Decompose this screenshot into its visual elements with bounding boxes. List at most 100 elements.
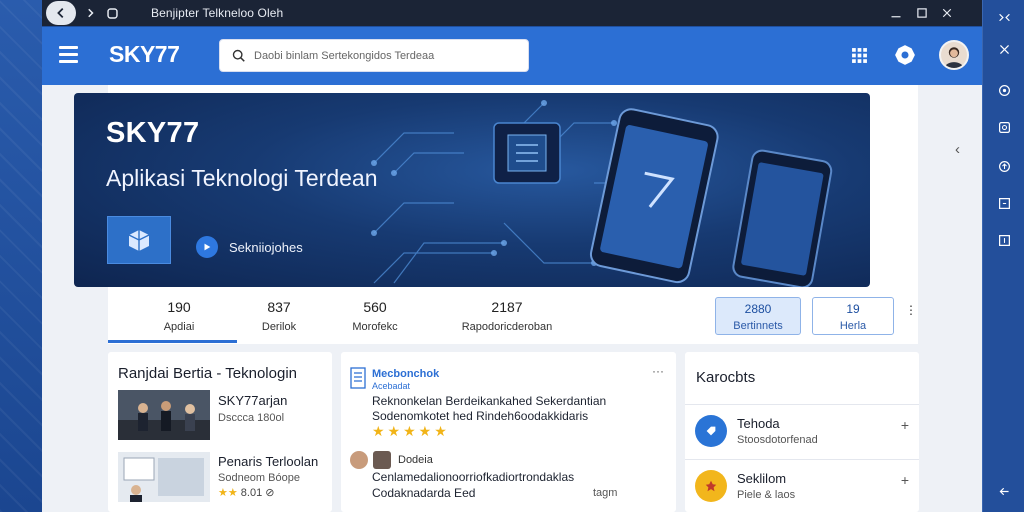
carousel-prev-icon[interactable]: ‹: [955, 141, 960, 158]
menu-icon-bar: [59, 60, 78, 63]
category-item[interactable]: Seklilom Piele & laos +: [685, 459, 919, 512]
share-button[interactable]: [995, 194, 1013, 212]
info-icon: ⊘: [265, 487, 275, 499]
menu-button[interactable]: [59, 46, 78, 63]
app-logo[interactable]: SKY77: [109, 41, 180, 68]
settings-button[interactable]: [894, 44, 916, 66]
stat-item[interactable]: 560 Morofekc: [344, 299, 406, 333]
news-thumbnail[interactable]: [118, 452, 210, 502]
category-sub: Stoosdotorfenad: [737, 434, 818, 446]
download-button[interactable]: [995, 231, 1013, 249]
reviews-header-title: Mecbonchok: [372, 368, 440, 380]
hero-title: SKY77: [106, 117, 200, 149]
cross-arrows-icon: [999, 44, 1009, 54]
star-rating: ★★★★★: [372, 423, 450, 439]
reviews-menu-button[interactable]: ···: [652, 364, 664, 378]
news-card: Ranjdai Bertia - Teknologin SKY77arjan D…: [108, 352, 332, 512]
news-rating: ★★ 8.01 ⊘: [218, 486, 275, 499]
user-avatar[interactable]: [939, 40, 969, 70]
category-icon: [695, 415, 727, 447]
stat-label: Derilok: [261, 321, 297, 333]
category-name: Seklilom: [737, 471, 787, 486]
stat-box[interactable]: 2880 Bertinnets: [715, 297, 801, 335]
collapse-button[interactable]: [995, 482, 1013, 500]
review-line: Sodenomkotet hed Rindeh6oodakkidaris: [372, 409, 589, 423]
maximize-button[interactable]: [913, 4, 931, 22]
news-meta: Sodneom Bóope: [218, 472, 300, 484]
close-icon: [942, 8, 952, 18]
hero-banner: SKY77 Aplikasi Teknologi Terdean Sekniio…: [74, 93, 870, 287]
add-icon[interactable]: +: [901, 472, 909, 488]
category-sub: Piele & laos: [737, 489, 796, 501]
app-header: SKY77: [42, 27, 982, 85]
arrow-left-icon: [57, 8, 64, 18]
app-tile[interactable]: [107, 216, 171, 264]
upload-box-icon: [998, 121, 1010, 133]
upload-button[interactable]: [995, 118, 1013, 136]
reviewer-name[interactable]: Dodeia: [398, 454, 433, 466]
category-icon: [695, 470, 727, 502]
review-time: tagm: [593, 487, 618, 499]
stat-value: 560: [363, 299, 387, 315]
back-button[interactable]: [46, 1, 76, 25]
up-button[interactable]: [995, 157, 1013, 175]
apps-button[interactable]: [848, 44, 870, 66]
record-button[interactable]: [995, 81, 1013, 99]
stat-item[interactable]: 190 Apdiai: [150, 299, 208, 333]
news-headline[interactable]: SKY77arjan: [218, 393, 287, 408]
chevron-right-icon: [88, 8, 94, 18]
news-card-title: Ranjdai Bertia - Teknologin: [118, 365, 297, 382]
stats-more-icon[interactable]: ⋮: [905, 303, 917, 317]
stat-box-value: 19: [846, 302, 860, 316]
reviewer-avatar[interactable]: [373, 451, 391, 469]
stat-value: 837: [267, 299, 291, 315]
reviewer-avatar[interactable]: [350, 451, 368, 469]
active-tab-indicator: [108, 340, 237, 343]
search-input[interactable]: [254, 49, 514, 62]
review-line: Codaknadarda Eed: [372, 486, 476, 500]
stat-label: Rapodoricderoban: [461, 321, 553, 333]
avatar-icon: [944, 47, 964, 68]
reload-button[interactable]: [104, 5, 120, 21]
play-button[interactable]: [196, 236, 218, 258]
reviews-header-sub: Acebadat: [372, 381, 411, 391]
news-thumbnail[interactable]: [118, 390, 210, 440]
stat-box-label: Bertinnets: [733, 320, 783, 332]
shuffle-button[interactable]: [995, 8, 1013, 26]
categories-title: Karocbts: [696, 369, 756, 386]
arrow-up-circle-icon: [998, 160, 1010, 172]
hero-badge[interactable]: Sekniiojohes: [196, 236, 303, 258]
minimize-button[interactable]: [887, 4, 905, 22]
reviews-card: Mecbonchok Acebadat ··· Reknonkelan Berd…: [341, 352, 676, 512]
window-title: Benjipter Telkneloo Oleh: [151, 6, 284, 20]
news-headline[interactable]: Penaris Terloolan: [218, 454, 318, 469]
news-rating-value: 8.01: [240, 487, 263, 499]
star-icon: ★★: [218, 487, 238, 499]
search-icon: [232, 49, 245, 62]
add-icon[interactable]: +: [901, 417, 909, 433]
close-button[interactable]: [938, 4, 956, 22]
gear-icon: [895, 45, 915, 65]
stat-item[interactable]: 837 Derilok: [247, 299, 311, 333]
hero-subtitle: Aplikasi Teknologi Terdean: [106, 165, 378, 191]
stat-label: Apdiai: [163, 321, 195, 333]
review-line: Reknonkelan Berdeikankahed Sekerdantian: [372, 394, 607, 408]
stat-box-label: Herla: [839, 320, 867, 332]
search-bar[interactable]: [219, 39, 529, 72]
menu-icon-bar: [59, 46, 78, 49]
download-box-icon: [998, 234, 1010, 246]
categories-card: Karocbts Tehoda Stoosdotorfenad + Seklil…: [685, 352, 919, 512]
stat-value: 190: [167, 299, 191, 315]
stat-box[interactable]: 19 Herla: [812, 297, 894, 335]
forward-button[interactable]: [83, 5, 99, 21]
category-item[interactable]: Tehoda Stoosdotorfenad +: [685, 404, 919, 459]
play-icon: [204, 243, 211, 251]
stat-item[interactable]: 2187 Rapodoricderoban: [446, 299, 568, 333]
review-line: Cenlamedaliono­orriofkadiortrondaklas: [372, 470, 575, 484]
expand-button[interactable]: [995, 40, 1013, 58]
minimize-icon: [891, 16, 901, 18]
stat-label: Morofekc: [352, 321, 398, 333]
share-box-icon: [998, 197, 1010, 209]
news-photo-icon: [118, 452, 210, 502]
news-meta: Dsccca 180ol: [218, 412, 285, 424]
